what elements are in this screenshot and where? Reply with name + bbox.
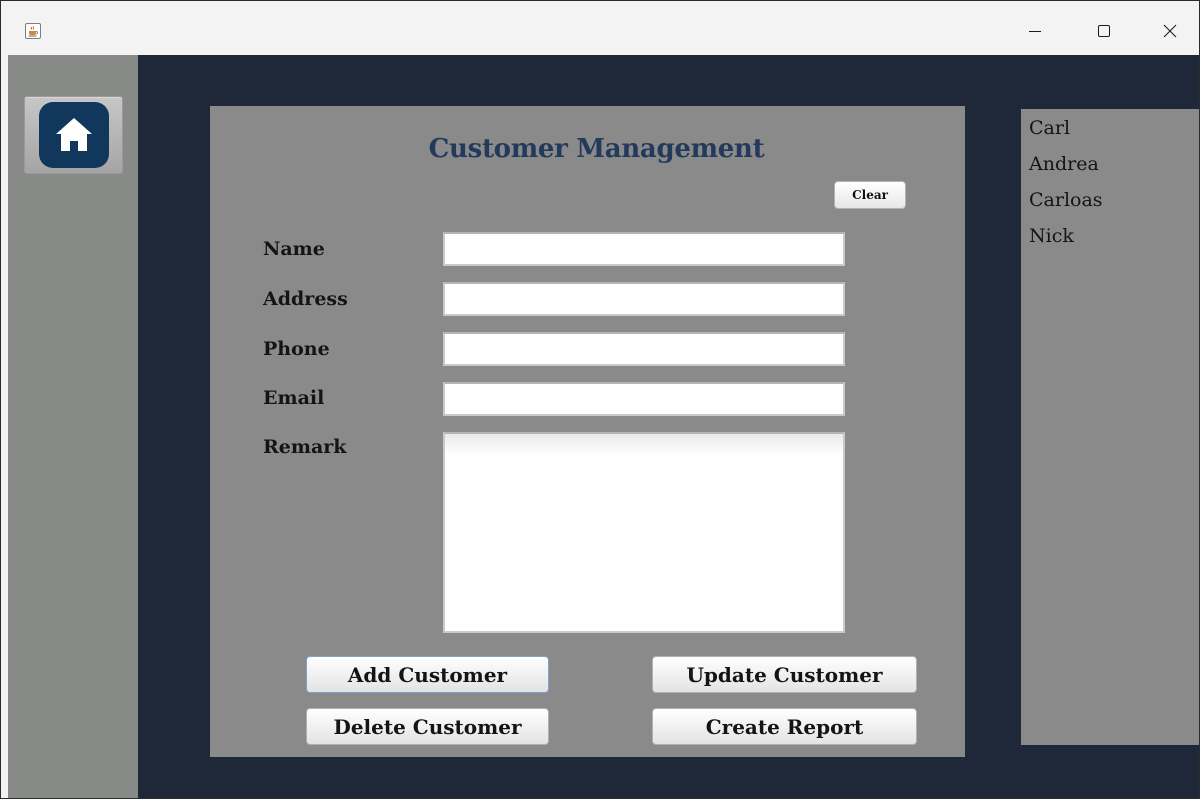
remark-field[interactable] [443, 432, 845, 633]
list-item[interactable]: Nick [1029, 225, 1074, 247]
close-button[interactable] [1147, 11, 1193, 51]
list-item[interactable]: Andrea [1029, 153, 1099, 175]
sidebar [8, 55, 138, 798]
address-label: Address [263, 288, 348, 310]
customer-list[interactable]: Carl Andrea Carloas Nick [1021, 109, 1199, 745]
delete-customer-button[interactable]: Delete Customer [306, 708, 549, 745]
clear-button[interactable]: Clear [834, 181, 906, 209]
minimize-icon [1029, 31, 1041, 32]
name-label: Name [263, 238, 325, 260]
home-tile [39, 102, 109, 168]
maximize-icon [1098, 25, 1110, 37]
phone-field[interactable] [443, 332, 845, 366]
page-title: Customer Management [428, 134, 765, 164]
create-report-button[interactable]: Create Report [652, 708, 917, 745]
email-label: Email [263, 387, 325, 409]
application-window: Customer Management Clear Name Address P… [0, 0, 1200, 799]
remark-label: Remark [263, 436, 347, 458]
main-area: Customer Management Clear Name Address P… [138, 55, 1199, 798]
name-field[interactable] [443, 232, 845, 266]
maximize-button[interactable] [1081, 11, 1127, 51]
list-item[interactable]: Carloas [1029, 189, 1103, 211]
add-customer-button[interactable]: Add Customer [306, 656, 549, 693]
home-button[interactable] [24, 96, 123, 174]
update-customer-button[interactable]: Update Customer [652, 656, 917, 693]
title-bar [1, 1, 1199, 55]
address-field[interactable] [443, 282, 845, 316]
phone-label: Phone [263, 338, 330, 360]
java-cup-icon[interactable] [25, 23, 41, 39]
list-item[interactable]: Carl [1029, 117, 1070, 139]
minimize-button[interactable] [1012, 11, 1058, 51]
close-icon [1163, 24, 1177, 38]
customer-form-panel: Customer Management Clear Name Address P… [210, 106, 965, 757]
home-icon [56, 118, 92, 151]
email-field[interactable] [443, 382, 845, 416]
